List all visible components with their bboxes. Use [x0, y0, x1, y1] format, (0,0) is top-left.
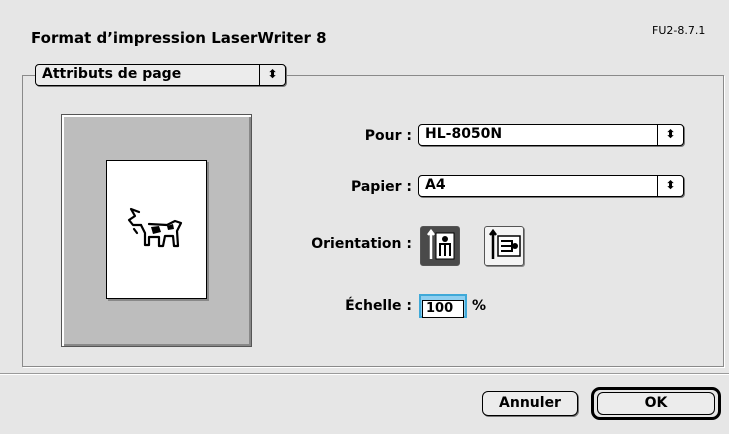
- echelle-label: Échelle :: [345, 298, 412, 314]
- section-popup-value: Attributs de page: [42, 66, 182, 82]
- dogcow-icon: [127, 207, 183, 248]
- scale-input[interactable]: [422, 299, 464, 318]
- landscape-orientation-icon: [489, 228, 521, 259]
- section-popup[interactable]: Attributs de page ⬍: [35, 64, 286, 86]
- popup-arrows-icon: ⬍: [259, 65, 285, 85]
- popup-arrows-icon: ⬍: [657, 125, 683, 145]
- percent-label: %: [472, 298, 487, 314]
- paper-popup[interactable]: A4 ⬍: [418, 175, 684, 197]
- popup-arrows-icon: ⬍: [657, 176, 683, 196]
- version-label: FU2-8.7.1: [652, 24, 706, 37]
- papier-label: Papier :: [350, 179, 412, 195]
- orientation-portrait-button[interactable]: [420, 226, 460, 266]
- portrait-orientation-icon: [427, 228, 455, 260]
- cancel-button[interactable]: Annuler: [482, 391, 578, 416]
- button-separator: [0, 373, 729, 374]
- pour-label: Pour :: [364, 128, 412, 144]
- scale-field-focus-ring: [419, 294, 467, 318]
- printer-popup-value: HL-8050N: [425, 126, 503, 142]
- orientation-label: Orientation :: [311, 236, 412, 252]
- printer-popup[interactable]: HL-8050N ⬍: [418, 124, 684, 146]
- ok-button[interactable]: OK: [597, 392, 715, 415]
- paper-popup-value: A4: [425, 177, 446, 193]
- orientation-landscape-button[interactable]: [484, 226, 524, 266]
- dialog-title: Format d’impression LaserWriter 8: [31, 29, 327, 47]
